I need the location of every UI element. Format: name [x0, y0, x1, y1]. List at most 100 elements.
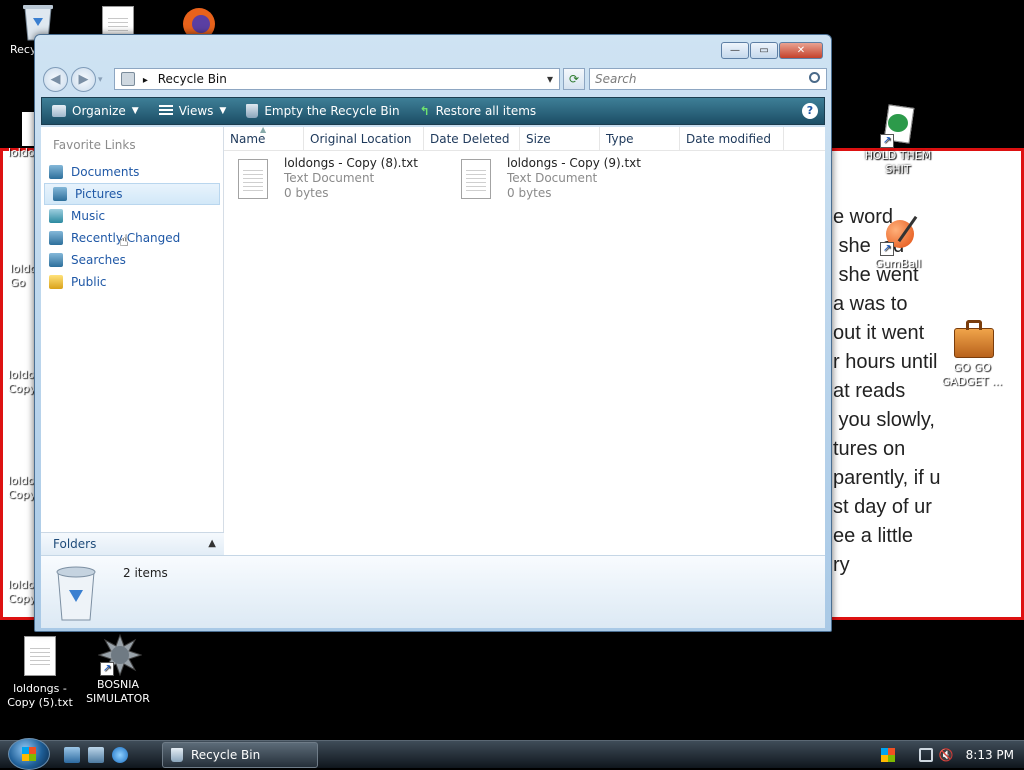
nav-item-recently-changed[interactable]: Recently Changed — [41, 227, 223, 249]
internet-explorer-icon[interactable] — [112, 747, 128, 763]
recently-changed-icon — [49, 231, 63, 245]
column-header-date-deleted[interactable]: Date Deleted — [424, 127, 520, 151]
recent-pages-dropdown[interactable]: ▾ — [98, 75, 103, 85]
address-bar[interactable]: ▸ Recycle Bin ▾ — [114, 68, 560, 90]
back-button[interactable]: ◀ — [43, 67, 68, 92]
nav-item-searches[interactable]: Searches — [41, 249, 223, 271]
desktop-icon-label: loldo Copy — [8, 578, 34, 605]
column-header-label: Original Location — [310, 132, 412, 146]
taskbar-button-label: Recycle Bin — [191, 748, 261, 762]
desktop-icon-go-go-gadget[interactable]: GO GO GADGET ... — [932, 318, 1012, 389]
text-file-icon — [22, 216, 34, 250]
windows-logo-icon — [22, 747, 36, 761]
column-header-name[interactable]: Name ▲ — [224, 125, 304, 151]
music-icon — [49, 209, 63, 223]
forward-button[interactable]: ▶ — [71, 67, 96, 92]
help-button[interactable]: ? — [802, 103, 818, 119]
desktop-icon-label: GO GO GADGET ... — [941, 361, 1003, 388]
spiked-ball-icon: ↗ — [97, 633, 143, 677]
window-controls: — ▭ ✕ — [721, 42, 823, 59]
desktop-icon-gumball[interactable]: ↗ GumBall — [858, 214, 938, 271]
text-file-icon — [22, 534, 34, 568]
column-header-date-modified[interactable]: Date modified — [680, 127, 784, 151]
column-header-label: Date Deleted — [430, 132, 510, 146]
item-count: 2 items — [123, 566, 168, 580]
chevron-down-icon: ▼ — [131, 106, 139, 116]
desktop-icon-loldongs-b[interactable]: loldo Go — [0, 216, 34, 290]
file-name: loldongs - Copy (9).txt — [507, 156, 641, 170]
restore-all-label: Restore all items — [435, 104, 537, 118]
desktop-icon-loldongs-5[interactable]: loldongs - Copy (5).txt — [0, 636, 80, 710]
show-desktop-icon[interactable] — [64, 747, 80, 763]
file-size: 0 bytes — [507, 186, 552, 200]
text-document-icon — [238, 159, 268, 199]
chevron-down-icon: ▼ — [219, 106, 227, 116]
empty-recycle-bin-label: Empty the Recycle Bin — [264, 104, 400, 118]
column-header-size[interactable]: Size — [520, 127, 600, 151]
file-item[interactable]: loldongs - Copy (8).txt Text Document 0 … — [234, 156, 454, 204]
searches-icon — [49, 253, 63, 267]
column-header-label: Type — [606, 132, 634, 146]
breadcrumb-separator[interactable]: ▸ — [143, 75, 148, 86]
nav-item-label: Pictures — [75, 187, 123, 201]
recycle-bin-small-icon — [171, 748, 183, 762]
sort-ascending-icon: ▲ — [260, 125, 267, 134]
back-arrow-icon: ◀ — [50, 72, 61, 87]
maximize-button[interactable]: ▭ — [750, 42, 778, 59]
forward-arrow-icon: ▶ — [78, 72, 89, 87]
close-button[interactable]: ✕ — [779, 42, 823, 59]
nav-item-documents[interactable]: Documents — [41, 161, 223, 183]
documents-icon — [49, 165, 63, 179]
column-header-original-location[interactable]: Original Location — [304, 127, 424, 151]
windows-flag-tray-icon[interactable] — [880, 748, 895, 762]
column-header-type[interactable]: Type — [600, 127, 680, 151]
refresh-button[interactable]: ⟳ — [563, 68, 585, 90]
text-file-icon — [22, 430, 34, 464]
nav-item-label: Documents — [71, 165, 140, 179]
mouse-cursor-hand-icon: ☝ — [119, 231, 129, 250]
file-item[interactable]: loldongs - Copy (9).txt Text Document 0 … — [457, 156, 677, 204]
desktop-icon-label: HOLD THEM SHIT — [864, 149, 932, 176]
breadcrumb-location[interactable]: Recycle Bin — [158, 72, 227, 86]
file-type: Text Document — [507, 171, 598, 185]
nav-item-pictures[interactable]: Pictures — [44, 183, 220, 205]
file-list: Name ▲ Original Location Date Deleted Si… — [224, 125, 825, 555]
desktop-icon-bosnia-simulator[interactable]: ↗ BOSNIA SIMULATOR — [78, 633, 158, 706]
volume-muted-icon[interactable]: 🔇 — [939, 748, 954, 762]
views-icon — [158, 105, 173, 117]
organize-menu[interactable]: Organize ▼ — [42, 98, 149, 124]
nav-item-label: Music — [71, 209, 106, 223]
clock[interactable]: 8:13 PM — [966, 748, 1014, 762]
desktop-icon-loldongs-c[interactable]: loldo Copy — [0, 324, 34, 396]
search-input[interactable]: Search — [589, 68, 827, 90]
nav-item-public[interactable]: Public — [41, 271, 223, 293]
search-icon[interactable] — [809, 72, 820, 83]
desktop-icon-hold-them[interactable]: ↗ HOLD THEM SHIT — [858, 104, 938, 177]
desktop-icon-label: loldo Copy — [8, 474, 34, 501]
text-document-icon — [461, 159, 491, 199]
switch-windows-icon[interactable] — [88, 747, 104, 763]
file-type: Text Document — [284, 171, 375, 185]
recycle-bin-icon — [246, 104, 259, 118]
restore-all-items-button[interactable]: ↰ Restore all items — [410, 98, 547, 124]
desktop-icon-loldongs-e[interactable]: loldo Copy — [0, 534, 34, 606]
taskbar-button-recycle-bin[interactable]: Recycle Bin — [162, 742, 318, 768]
shortcut-arrow-icon: ↗ — [880, 242, 894, 256]
public-folder-icon — [49, 275, 63, 289]
start-button[interactable] — [8, 738, 50, 770]
address-dropdown-button[interactable]: ▾ — [547, 69, 553, 89]
minimize-button[interactable]: — — [721, 42, 749, 59]
nav-item-music[interactable]: Music — [41, 205, 223, 227]
navigation-pane: Favorite Links Documents Pictures Music … — [41, 127, 224, 555]
desktop-icon-label: loldo Copy — [8, 368, 34, 395]
file-name: loldongs - Copy (8).txt — [284, 156, 418, 170]
network-icon[interactable] — [918, 748, 933, 762]
address-row: ◀ ▶ ▾ ▸ Recycle Bin ▾ ⟳ Search — [41, 67, 827, 93]
gumball-icon: ↗ — [878, 214, 918, 256]
briefcase-icon — [952, 318, 994, 358]
desktop-icon-loldongs-a[interactable]: loldo — [0, 112, 35, 160]
folders-toggle[interactable]: Folders ▲ — [41, 532, 224, 556]
command-bar: Organize ▼ Views ▼ Empty the Recycle Bin… — [41, 97, 825, 125]
views-menu[interactable]: Views ▼ — [149, 98, 237, 124]
desktop-icon-loldongs-d[interactable]: loldo Copy — [0, 430, 34, 502]
